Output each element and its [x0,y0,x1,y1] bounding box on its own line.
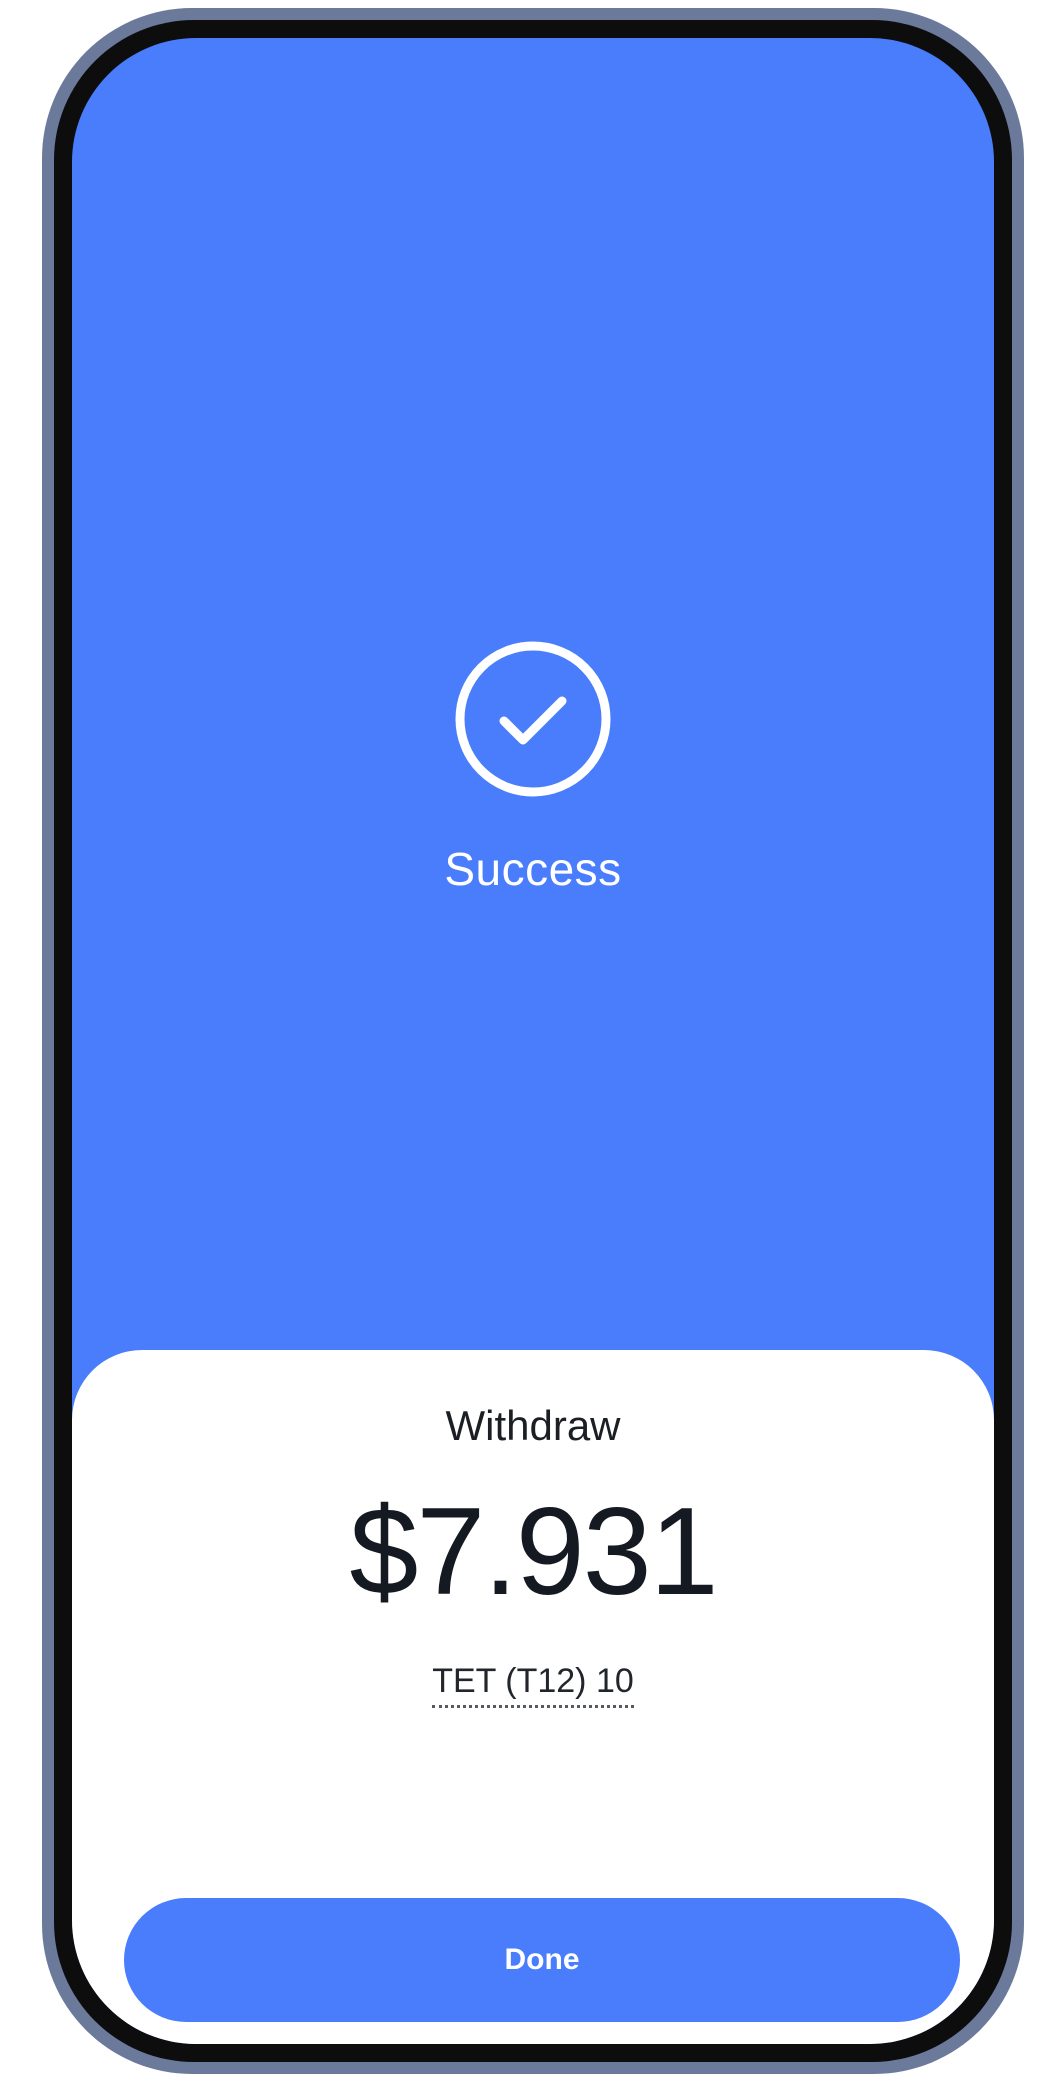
app-screen: Success Withdraw $7.931 TET (T12) 10 Don… [72,38,994,2044]
asset-ticker[interactable]: TET (T12) 10 [432,1662,634,1708]
transaction-type-label: Withdraw [445,1402,621,1449]
device-bezel: Success Withdraw $7.931 TET (T12) 10 Don… [54,20,1012,2062]
check-circle-icon [455,641,611,797]
success-status: Success [72,638,994,896]
status-title: Success [444,843,622,895]
done-button[interactable]: Done [124,1898,960,2022]
device-frame: Success Withdraw $7.931 TET (T12) 10 Don… [42,8,1024,2074]
transaction-amount: $7.931 [349,1483,718,1621]
